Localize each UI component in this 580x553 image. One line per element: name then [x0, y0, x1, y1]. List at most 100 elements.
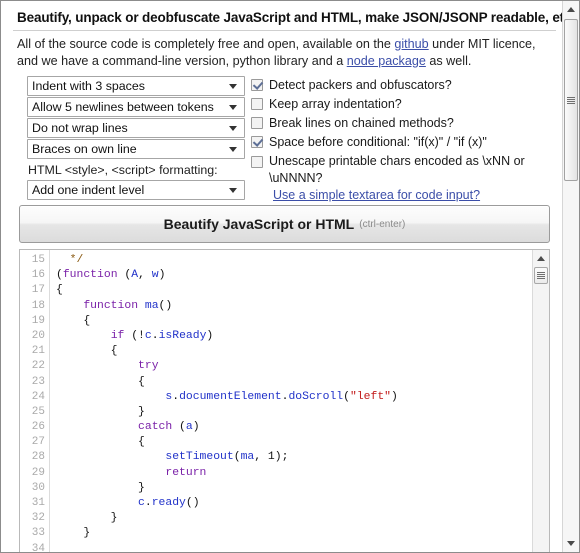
- code-token: function: [83, 299, 139, 312]
- simple-textarea-link[interactable]: Use a simple textarea for code input?: [273, 188, 480, 202]
- code-token: a: [185, 421, 193, 434]
- checkbox-row-space-before-conditional[interactable]: Space before conditional: "if(x)" / "if …: [251, 133, 551, 152]
- code-line: function ma(): [56, 299, 531, 314]
- line-number: 23: [31, 375, 45, 388]
- line-number: 20: [31, 329, 45, 342]
- code-line: s.documentElement.doScroll("left"): [56, 390, 531, 405]
- code-token: (: [343, 390, 350, 403]
- code-editor[interactable]: 15 16 17 18 19 20 21 22 23 24 25 26 27 28 29 30 31 32 33 34…: [19, 249, 550, 552]
- code-token: ,: [138, 269, 152, 282]
- code-line: {: [56, 344, 531, 359]
- line-number: 25: [31, 405, 45, 418]
- beautify-button-label: Beautify JavaScript or HTML: [163, 216, 355, 232]
- code-content[interactable]: */(function (A, w){ function ma() { if (…: [51, 250, 531, 552]
- indent-select[interactable]: Indent with 3 spaces: [27, 76, 245, 96]
- editor-scrollbar-thumb[interactable]: [534, 267, 548, 284]
- code-line: }: [56, 511, 531, 526]
- code-token: if: [110, 329, 125, 342]
- code-token: doScroll: [288, 390, 344, 403]
- line-number: 17: [31, 284, 45, 297]
- code-token: "left": [349, 390, 391, 403]
- code-token: isReady: [158, 329, 207, 342]
- line-number: 32: [31, 512, 45, 525]
- line-number: 28: [31, 451, 45, 464]
- line-number: 18: [31, 299, 45, 312]
- code-line: }: [56, 481, 531, 496]
- github-link[interactable]: github: [394, 37, 428, 51]
- intro-text-1: All of the source code is completely fre…: [17, 37, 395, 51]
- code-line: (function (A, w): [56, 268, 531, 283]
- code-token: c: [144, 329, 152, 342]
- code-line: catch (a): [56, 420, 531, 435]
- code-token: function: [62, 269, 118, 282]
- line-number: 16: [31, 269, 45, 282]
- line-number: 19: [31, 314, 45, 327]
- page-scroll-up-arrow-icon[interactable]: [563, 1, 579, 18]
- code-token: (): [185, 497, 200, 509]
- code-token: }: [56, 405, 145, 418]
- html-formatting-label: HTML <style>, <script> formatting:: [28, 163, 218, 177]
- line-number: 33: [31, 527, 45, 540]
- code-token: documentElement: [179, 390, 282, 403]
- code-line: {: [56, 435, 531, 450]
- intro-paragraph: All of the source code is completely fre…: [13, 31, 537, 69]
- checkbox-space-before-conditional[interactable]: [251, 136, 263, 148]
- checkbox-row-keep-array-indentation[interactable]: Keep array indentation?: [251, 95, 551, 114]
- code-token: ready: [151, 497, 186, 509]
- node-package-link[interactable]: node package: [347, 54, 426, 68]
- code-token: setTimeout: [165, 451, 234, 464]
- scroll-up-arrow-icon[interactable]: [533, 250, 549, 266]
- code-token: }: [56, 481, 145, 494]
- code-token: (: [233, 451, 241, 464]
- line-number: 34: [31, 542, 45, 552]
- checkbox-break-chained-methods[interactable]: [251, 117, 263, 129]
- page-title: Beautify, unpack or deobfuscate JavaScri…: [13, 9, 564, 31]
- code-token: ): [192, 421, 200, 434]
- code-line: {: [56, 314, 531, 329]
- beautify-button[interactable]: Beautify JavaScript or HTML (ctrl-enter): [19, 205, 550, 243]
- code-token: return: [165, 466, 207, 479]
- intro-text-3: and we have a command-line version, pyth…: [17, 53, 347, 68]
- checkbox-keep-array-indentation[interactable]: [251, 98, 263, 110]
- checkbox-row-detect-packers[interactable]: Detect packers and obfuscators?: [251, 76, 551, 95]
- code-token: c: [138, 497, 145, 509]
- code-line: if (!c.isReady): [56, 329, 531, 344]
- checkbox-unescape-printable[interactable]: [251, 156, 263, 168]
- code-token: (!: [124, 329, 145, 342]
- line-number: 30: [31, 481, 45, 494]
- page-scroll-down-arrow-icon[interactable]: [563, 535, 579, 552]
- page-scrollbar-thumb[interactable]: [564, 19, 578, 181]
- code-token: (: [117, 269, 132, 282]
- browser-window: Beautify, unpack or deobfuscate JavaScri…: [0, 0, 580, 553]
- wrap-lines-select[interactable]: Do not wrap lines: [27, 118, 245, 138]
- line-number: 29: [31, 466, 45, 479]
- checkbox-detect-packers[interactable]: [251, 79, 263, 91]
- code-token: .: [144, 497, 152, 509]
- code-token: (: [172, 421, 186, 434]
- options-area: Indent with 3 spaces Allow 5 newlines be…: [13, 76, 556, 202]
- code-token: }: [56, 512, 118, 525]
- code-line: setTimeout(ma, 1);: [56, 450, 531, 465]
- checkbox-label-space-before-conditional: Space before conditional: "if(x)" / "if …: [269, 135, 487, 149]
- code-token: {: [56, 284, 63, 297]
- code-token: ma: [240, 451, 255, 464]
- code-line: return: [56, 466, 531, 481]
- page-vertical-scrollbar[interactable]: [562, 1, 579, 552]
- checkbox-row-unescape-printable[interactable]: Unescape printable chars encoded as \xNN…: [251, 152, 551, 186]
- code-token: {: [56, 375, 145, 388]
- code-line: c.ready(): [56, 496, 531, 511]
- checkbox-label-break-chained-methods: Break lines on chained methods?: [269, 116, 454, 130]
- checkbox-row-break-chained-methods[interactable]: Break lines on chained methods?: [251, 114, 551, 133]
- braces-select-wrap: Braces on own line: [27, 139, 245, 159]
- code-token: ): [391, 390, 398, 403]
- braces-select[interactable]: Braces on own line: [27, 139, 245, 159]
- newlines-select[interactable]: Allow 5 newlines between tokens: [27, 97, 245, 117]
- editor-vertical-scrollbar[interactable]: [532, 250, 549, 552]
- code-token: }: [56, 527, 91, 540]
- html-formatting-select[interactable]: Add one indent level: [27, 180, 245, 200]
- code-token: */: [56, 254, 84, 266]
